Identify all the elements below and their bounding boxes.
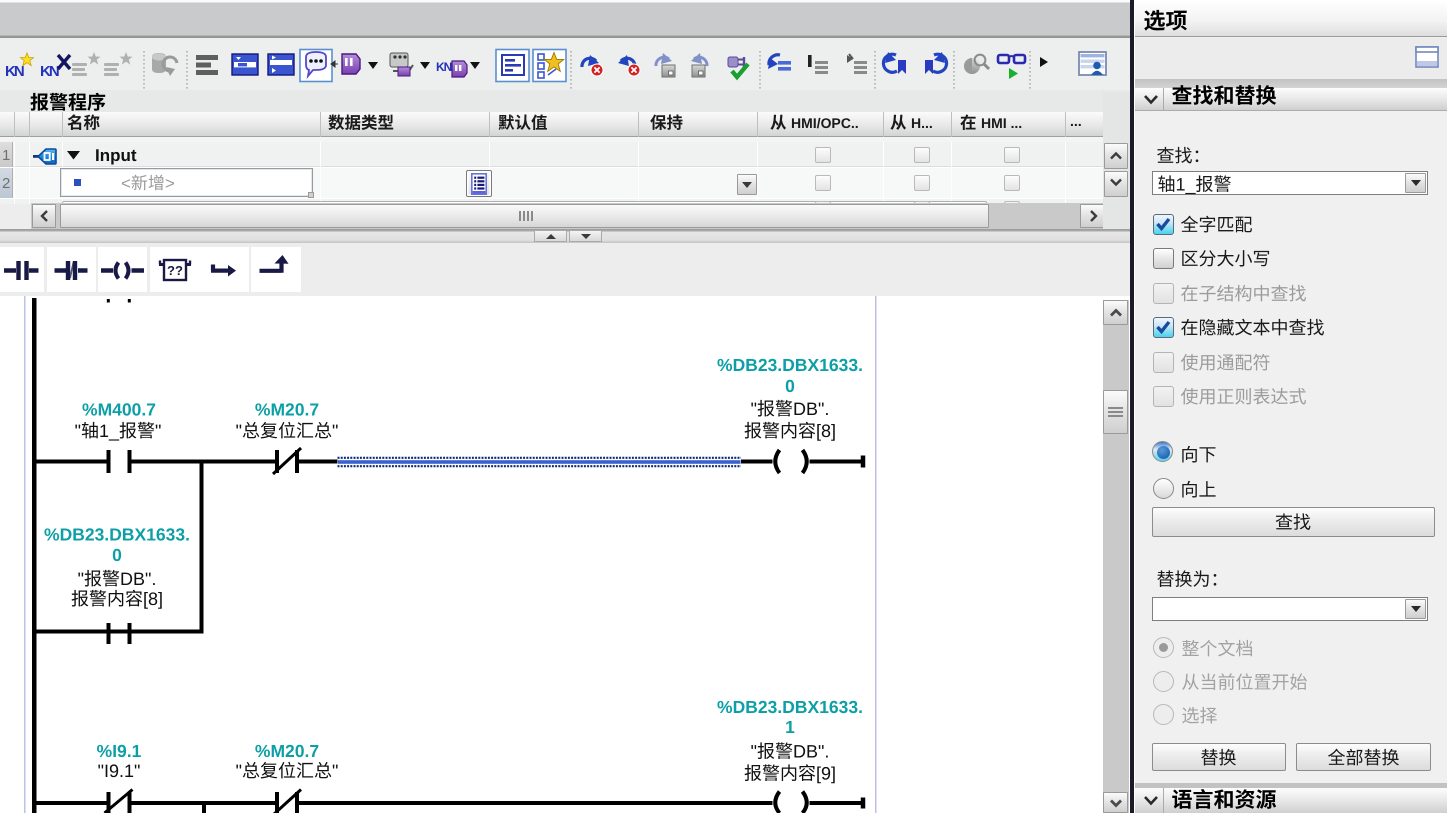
svg-text:??: ?? — [167, 263, 183, 278]
svg-text:ΚΝ: ΚΝ — [436, 60, 452, 74]
